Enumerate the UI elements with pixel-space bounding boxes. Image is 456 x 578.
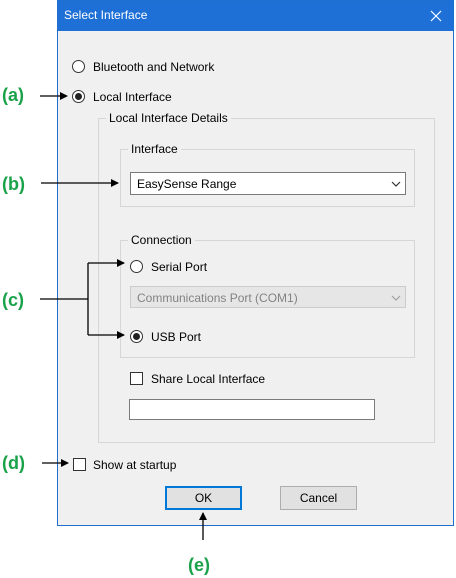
bracket-c (40, 263, 89, 335)
annotation-arrows (40, 92, 207, 540)
